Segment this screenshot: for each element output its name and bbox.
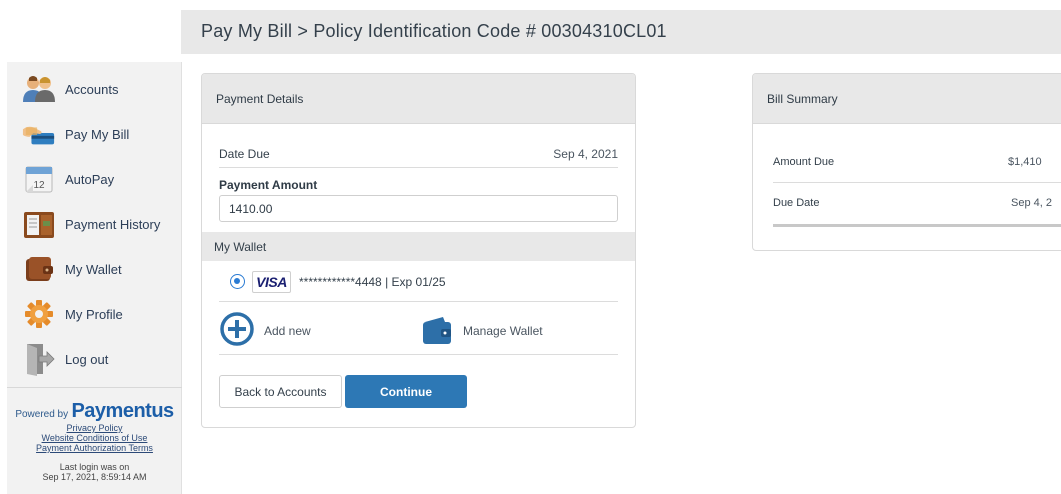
card-radio-selected[interactable] (230, 274, 245, 289)
paymentus-logo: Paymentus (71, 400, 174, 422)
sidebar-divider (7, 387, 182, 388)
due-date-label: Due Date (773, 197, 820, 209)
bill-summary-card: Bill Summary Amount Due $1,410 Due Date … (752, 73, 1061, 251)
back-to-accounts-button[interactable]: Back to Accounts (219, 375, 342, 408)
continue-button[interactable]: Continue (345, 375, 467, 408)
sidebar-item-label: My Wallet (65, 261, 122, 277)
divider (219, 354, 618, 355)
sidebar-item-autopay[interactable]: 12 AutoPay (7, 159, 182, 199)
pay-bill-icon (22, 117, 56, 151)
sidebar-item-log-out[interactable]: Log out (7, 339, 182, 379)
add-new-icon[interactable] (220, 312, 254, 346)
divider (773, 182, 1061, 183)
payment-amount-label: Payment Amount (219, 178, 318, 192)
svg-text:12: 12 (33, 180, 45, 191)
payment-details-header: Payment Details (202, 74, 635, 124)
powered-by-text: Powered by (15, 409, 69, 420)
logout-icon (22, 342, 56, 376)
sidebar-item-label: My Profile (65, 306, 123, 322)
wallet-icon (22, 252, 56, 286)
gear-icon (22, 297, 56, 331)
sidebar-item-label: AutoPay (65, 171, 115, 187)
sidebar-item-label: Pay My Bill (65, 126, 130, 142)
sidebar-item-label: Payment History (65, 216, 161, 232)
amount-due-value: $1,410 (1008, 156, 1042, 168)
manage-wallet-link[interactable]: Manage Wallet (463, 324, 543, 338)
visa-logo: VISA (252, 271, 291, 293)
payment-details-card: Payment Details Date Due Sep 4, 2021 Pay… (201, 73, 636, 428)
sidebar: Accounts Pay My Bill 12 AutoPay Payment … (7, 62, 182, 494)
my-wallet-section-header: My Wallet (202, 232, 635, 261)
calendar-icon: 12 (22, 162, 56, 196)
sidebar-item-label: Accounts (65, 81, 119, 97)
divider (219, 301, 618, 302)
website-conditions-link[interactable]: Website Conditions of Use (7, 433, 182, 443)
sidebar-item-my-wallet[interactable]: My Wallet (7, 249, 182, 289)
sidebar-item-payment-history[interactable]: Payment History (7, 204, 182, 244)
page-title: Pay My Bill > Policy Identification Code… (201, 21, 667, 41)
date-due-value: Sep 4, 2021 (553, 147, 618, 161)
divider (219, 167, 618, 168)
payment-authorization-link[interactable]: Payment Authorization Terms (7, 443, 182, 453)
sidebar-item-label: Log out (65, 351, 109, 367)
powered-by: Powered by Paymentus (7, 400, 182, 423)
summary-bottom-rule (773, 224, 1061, 227)
saved-card-details[interactable]: ************4448 | Exp 01/25 (299, 275, 446, 289)
last-login-timestamp: Sep 17, 2021, 8:59:14 AM (42, 472, 147, 482)
date-due-label: Date Due (219, 147, 270, 161)
accounts-icon (22, 72, 56, 106)
sidebar-item-my-profile[interactable]: My Profile (7, 294, 182, 334)
payment-amount-input[interactable] (219, 195, 618, 222)
last-login-label: Last login was on (59, 462, 130, 472)
add-new-link[interactable]: Add new (264, 324, 311, 338)
history-icon (22, 207, 56, 241)
sidebar-item-accounts[interactable]: Accounts (7, 69, 182, 109)
manage-wallet-icon[interactable] (421, 314, 453, 346)
payment-details-title: Payment Details (216, 92, 304, 106)
sidebar-item-pay-my-bill[interactable]: Pay My Bill (7, 114, 182, 154)
bill-summary-header: Bill Summary (753, 74, 1061, 124)
my-wallet-title: My Wallet (214, 240, 267, 254)
page-header: Pay My Bill > Policy Identification Code… (181, 10, 1061, 54)
amount-due-label: Amount Due (773, 156, 835, 168)
bill-summary-title: Bill Summary (767, 92, 838, 106)
due-date-value: Sep 4, 2 (1011, 197, 1052, 209)
privacy-policy-link[interactable]: Privacy Policy (7, 423, 182, 433)
